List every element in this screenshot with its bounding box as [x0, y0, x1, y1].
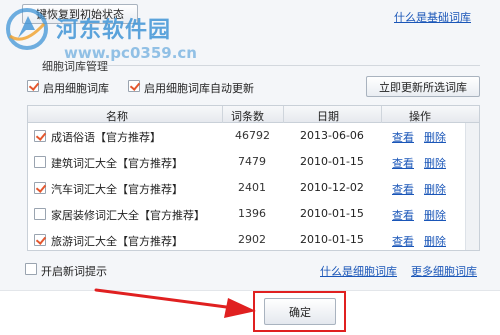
delete-link[interactable]: 删除 [424, 207, 446, 223]
delete-link[interactable]: 删除 [424, 233, 446, 249]
dict-count: 7479 [238, 155, 266, 168]
group-divider [102, 65, 480, 66]
dict-date: 2010-12-02 [300, 181, 364, 194]
enable-cell-dict-label: 启用细胞词库 [43, 82, 109, 95]
column-divider [283, 106, 284, 123]
view-link[interactable]: 查看 [392, 129, 414, 145]
dict-name: 建筑词汇大全【官方推荐】 [51, 157, 183, 170]
view-link[interactable]: 查看 [392, 233, 414, 249]
table-row: 汽车词汇大全【官方推荐】 2401 2010-12-02 查看 删除 [28, 175, 464, 201]
auto-update-label: 启用细胞词库自动更新 [144, 82, 254, 95]
table-row: 建筑词汇大全【官方推荐】 7479 2010-01-15 查看 删除 [28, 149, 464, 175]
cell-dict-table: 名称 词条数 日期 操作 成语俗语【官方推荐】 46792 2013-06-06… [27, 105, 480, 251]
column-header-name: 名称 [106, 110, 128, 123]
column-header-date: 日期 [317, 110, 339, 123]
row-checkbox[interactable] [34, 208, 46, 220]
row-checkbox[interactable] [34, 182, 46, 194]
view-link[interactable]: 查看 [392, 181, 414, 197]
row-checkbox[interactable] [34, 234, 46, 246]
column-divider [222, 106, 223, 123]
update-selected-button[interactable]: 立即更新所选词库 [366, 76, 480, 97]
settings-panel: 键恢复到初始状态 什么是基础词库 河东软件园 www.pc0359.cn 细胞词… [0, 0, 500, 290]
column-divider [381, 106, 382, 123]
view-link[interactable]: 查看 [392, 207, 414, 223]
column-header-action: 操作 [409, 110, 431, 123]
watermark-title: 河东软件园 [56, 17, 172, 43]
dict-date: 2010-01-15 [300, 155, 364, 168]
table-row: 家居装修词汇大全【官方推荐】 1396 2010-01-15 查看 删除 [28, 201, 464, 227]
annotation-arrow-icon [94, 288, 256, 318]
table-scrollbar[interactable] [465, 123, 479, 250]
view-link[interactable]: 查看 [392, 155, 414, 171]
dict-date: 2010-01-15 [300, 207, 364, 220]
dict-count: 46792 [235, 129, 270, 142]
delete-link[interactable]: 删除 [424, 129, 446, 145]
dict-count: 2902 [238, 233, 266, 246]
dict-date: 2010-01-15 [300, 233, 364, 246]
row-checkbox[interactable] [34, 156, 46, 168]
dict-count: 1396 [238, 207, 266, 220]
dict-name: 旅游词汇大全【官方推荐】 [51, 235, 183, 248]
delete-link[interactable]: 删除 [424, 181, 446, 197]
confirm-button[interactable]: 确定 [264, 298, 336, 325]
cell-dict-group-title: 细胞词库管理 [42, 60, 108, 73]
confirm-label: 确定 [289, 305, 311, 319]
new-word-hint-checkbox[interactable] [25, 263, 37, 275]
dict-name: 汽车词汇大全【官方推荐】 [51, 183, 183, 196]
dict-name: 家居装修词汇大全【官方推荐】 [51, 209, 205, 222]
delete-link[interactable]: 删除 [424, 155, 446, 171]
column-header-count: 词条数 [231, 110, 264, 123]
auto-update-checkbox[interactable] [128, 80, 140, 92]
watermark-logo-icon [6, 8, 48, 50]
table-row: 成语俗语【官方推荐】 46792 2013-06-06 查看 删除 [28, 123, 464, 149]
table-header: 名称 词条数 日期 操作 [28, 106, 479, 123]
row-checkbox[interactable] [34, 130, 46, 142]
new-word-hint-label: 开启新词提示 [41, 265, 107, 278]
update-selected-label: 立即更新所选词库 [379, 80, 467, 94]
dict-name: 成语俗语【官方推荐】 [51, 131, 161, 144]
dict-count: 2401 [238, 181, 266, 194]
what-is-cell-dict-link[interactable]: 什么是细胞词库 [320, 263, 397, 279]
basic-dict-link[interactable]: 什么是基础词库 [394, 9, 471, 25]
dict-date: 2013-06-06 [300, 129, 364, 142]
more-cell-dict-link[interactable]: 更多细胞词库 [411, 263, 477, 279]
enable-cell-dict-checkbox[interactable] [27, 80, 39, 92]
table-row: 旅游词汇大全【官方推荐】 2902 2010-01-15 查看 删除 [28, 227, 464, 250]
